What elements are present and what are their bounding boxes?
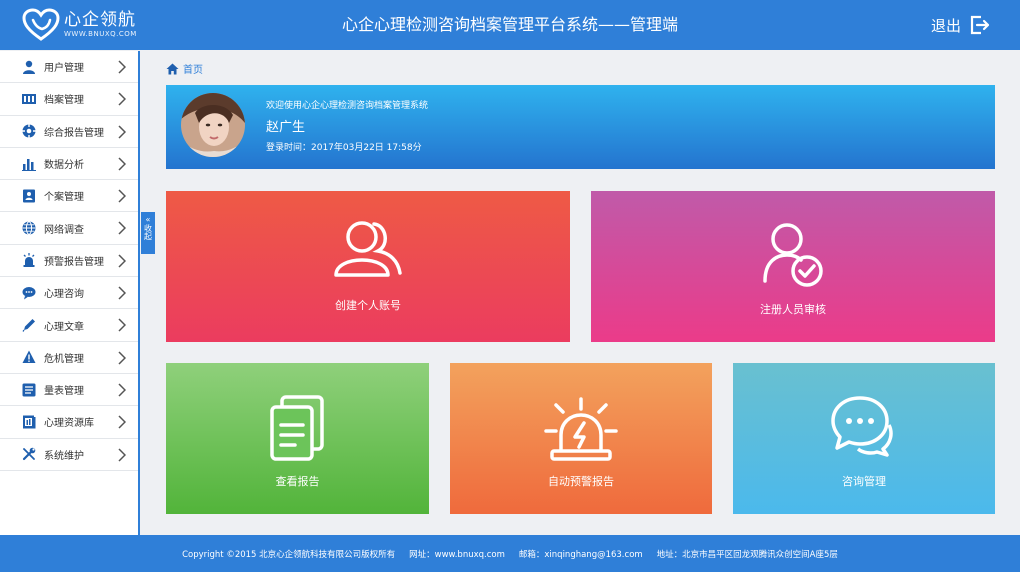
sidebar-item-label: 网络调查 — [44, 224, 84, 236]
chevron-right-icon — [118, 286, 126, 300]
logout-label: 退出 — [930, 16, 961, 35]
welcome-greeting: 欢迎使用心企心理检测咨询档案管理系统 — [266, 101, 429, 111]
auto-alert-reports-label: 自动预警报告 — [548, 475, 614, 488]
footer: Copyright ©2015 北京心企领航科技有限公司版权所有 网址：www.… — [0, 535, 1020, 572]
user-name: 赵广生 — [266, 120, 306, 135]
avatar — [181, 93, 245, 157]
sidebar-item-scale-management[interactable]: 量表管理 — [0, 374, 138, 407]
footer-website[interactable]: 网址：www.bnuxq.com — [409, 548, 505, 560]
footer-email[interactable]: 邮箱：xinqinghang@163.com — [519, 548, 643, 560]
sidebar-item-label: 个案管理 — [44, 192, 84, 204]
login-time: 登录时间：2017年03月22日 17:58分 — [266, 143, 422, 153]
create-account-tile[interactable]: 创建个人账号 — [166, 191, 570, 342]
home-icon — [166, 63, 179, 74]
archive-icon — [22, 92, 36, 106]
sidebar-item-report-management[interactable]: 综合报告管理 — [0, 116, 138, 148]
chevron-right-icon — [118, 189, 126, 203]
sidebar-item-label: 系统维护 — [44, 450, 84, 462]
chevron-right-icon — [118, 254, 126, 268]
resource-icon — [22, 415, 36, 429]
sidebar-item-label: 用户管理 — [44, 63, 84, 75]
sidebar-item-label: 心理文章 — [44, 321, 84, 333]
double-chevron-left-icon: « — [145, 215, 151, 224]
collapse-label: 收起 — [143, 224, 153, 240]
top-header: 心企领航 WWW.BNUXQ.COM 心企心理检测咨询档案管理平台系统——管理端… — [0, 0, 1020, 50]
bar-chart-icon — [22, 157, 36, 171]
globe-icon — [22, 221, 36, 235]
chat-bubbles-icon — [831, 396, 893, 457]
logout-icon — [970, 15, 990, 35]
sidebar-item-label: 量表管理 — [44, 386, 84, 398]
breadcrumb[interactable]: 首页 — [166, 61, 203, 76]
chevron-right-icon — [118, 92, 126, 106]
logout-button[interactable]: 退出 — [931, 13, 990, 37]
footer-address: 地址：北京市昌平区回龙观腾讯众创空间A座5层 — [656, 549, 838, 560]
review-registrations-label: 注册人员审核 — [760, 303, 826, 316]
create-account-label: 创建个人账号 — [335, 299, 401, 312]
sidebar-item-label: 心理咨询 — [44, 289, 84, 301]
chat-icon — [22, 286, 36, 300]
page-title: 心企心理检测咨询档案管理平台系统——管理端 — [341, 15, 678, 34]
sidebar-item-label: 档案管理 — [44, 95, 84, 107]
sidebar-item-psych-consultation[interactable]: 心理咨询 — [0, 277, 138, 310]
consultation-management-tile[interactable]: 咨询管理 — [733, 363, 995, 514]
sidebar-item-psych-articles[interactable]: 心理文章 — [0, 309, 138, 342]
chevron-right-icon — [118, 318, 126, 332]
footer-copyright: Copyright ©2015 北京心企领航科技有限公司版权所有 — [182, 549, 396, 560]
review-registrations-tile[interactable]: 注册人员审核 — [591, 191, 995, 342]
users-icon — [334, 221, 402, 277]
sidebar-item-alert-report-management[interactable]: 预警报告管理 — [0, 245, 138, 278]
contact-card-icon — [22, 189, 36, 203]
warning-icon — [22, 350, 36, 364]
sidebar-item-label: 心理资源库 — [44, 418, 94, 430]
alarm-light-icon — [22, 253, 36, 268]
view-reports-label: 查看报告 — [275, 475, 320, 488]
welcome-panel: 欢迎使用心企心理检测咨询档案管理系统 赵广生 登录时间：2017年03月22日 … — [166, 85, 995, 169]
chevron-right-icon — [118, 221, 126, 236]
document-icon — [270, 395, 324, 461]
list-icon — [22, 383, 36, 397]
sidebar-item-label: 综合报告管理 — [44, 127, 104, 139]
sidebar-item-resource-library[interactable]: 心理资源库 — [0, 406, 138, 439]
user-icon — [22, 60, 36, 74]
sidebar-item-online-survey[interactable]: 网络调查 — [0, 212, 138, 245]
sidebar-item-data-analysis[interactable]: 数据分析 — [0, 148, 138, 181]
user-check-icon — [763, 223, 823, 287]
chevron-right-icon — [118, 415, 126, 429]
sidebar-item-label: 数据分析 — [44, 160, 84, 172]
sidebar-collapse-button[interactable]: « 收起 — [141, 212, 155, 254]
sidebar-item-label: 危机管理 — [44, 353, 84, 365]
chevron-right-icon — [118, 448, 126, 462]
sidebar-item-label: 预警报告管理 — [44, 256, 104, 268]
compass-icon — [22, 124, 36, 138]
view-reports-tile[interactable]: 查看报告 — [166, 363, 429, 514]
chevron-right-icon — [118, 125, 126, 139]
chevron-right-icon — [118, 383, 126, 397]
chevron-right-icon — [118, 157, 126, 171]
pencil-icon — [22, 318, 36, 332]
sidebar-item-system-maintenance[interactable]: 系统维护 — [0, 439, 138, 471]
alarm-siren-icon — [544, 397, 618, 461]
chevron-right-icon — [118, 60, 126, 74]
consultation-management-label: 咨询管理 — [842, 475, 886, 488]
sidebar-item-user-management[interactable]: 用户管理 — [0, 51, 138, 84]
breadcrumb-home: 首页 — [183, 65, 203, 76]
tools-icon — [22, 447, 36, 461]
auto-alert-reports-tile[interactable]: 自动预警报告 — [450, 363, 712, 514]
sidebar: 用户管理 档案管理 综合报告管理 数据分析 个案管理 网络调查 预警报告管理 心… — [0, 51, 140, 535]
chevron-right-icon — [118, 351, 126, 365]
sidebar-item-case-management[interactable]: 个案管理 — [0, 180, 138, 213]
sidebar-item-crisis-management[interactable]: 危机管理 — [0, 342, 138, 374]
sidebar-item-archive-management[interactable]: 档案管理 — [0, 83, 138, 116]
